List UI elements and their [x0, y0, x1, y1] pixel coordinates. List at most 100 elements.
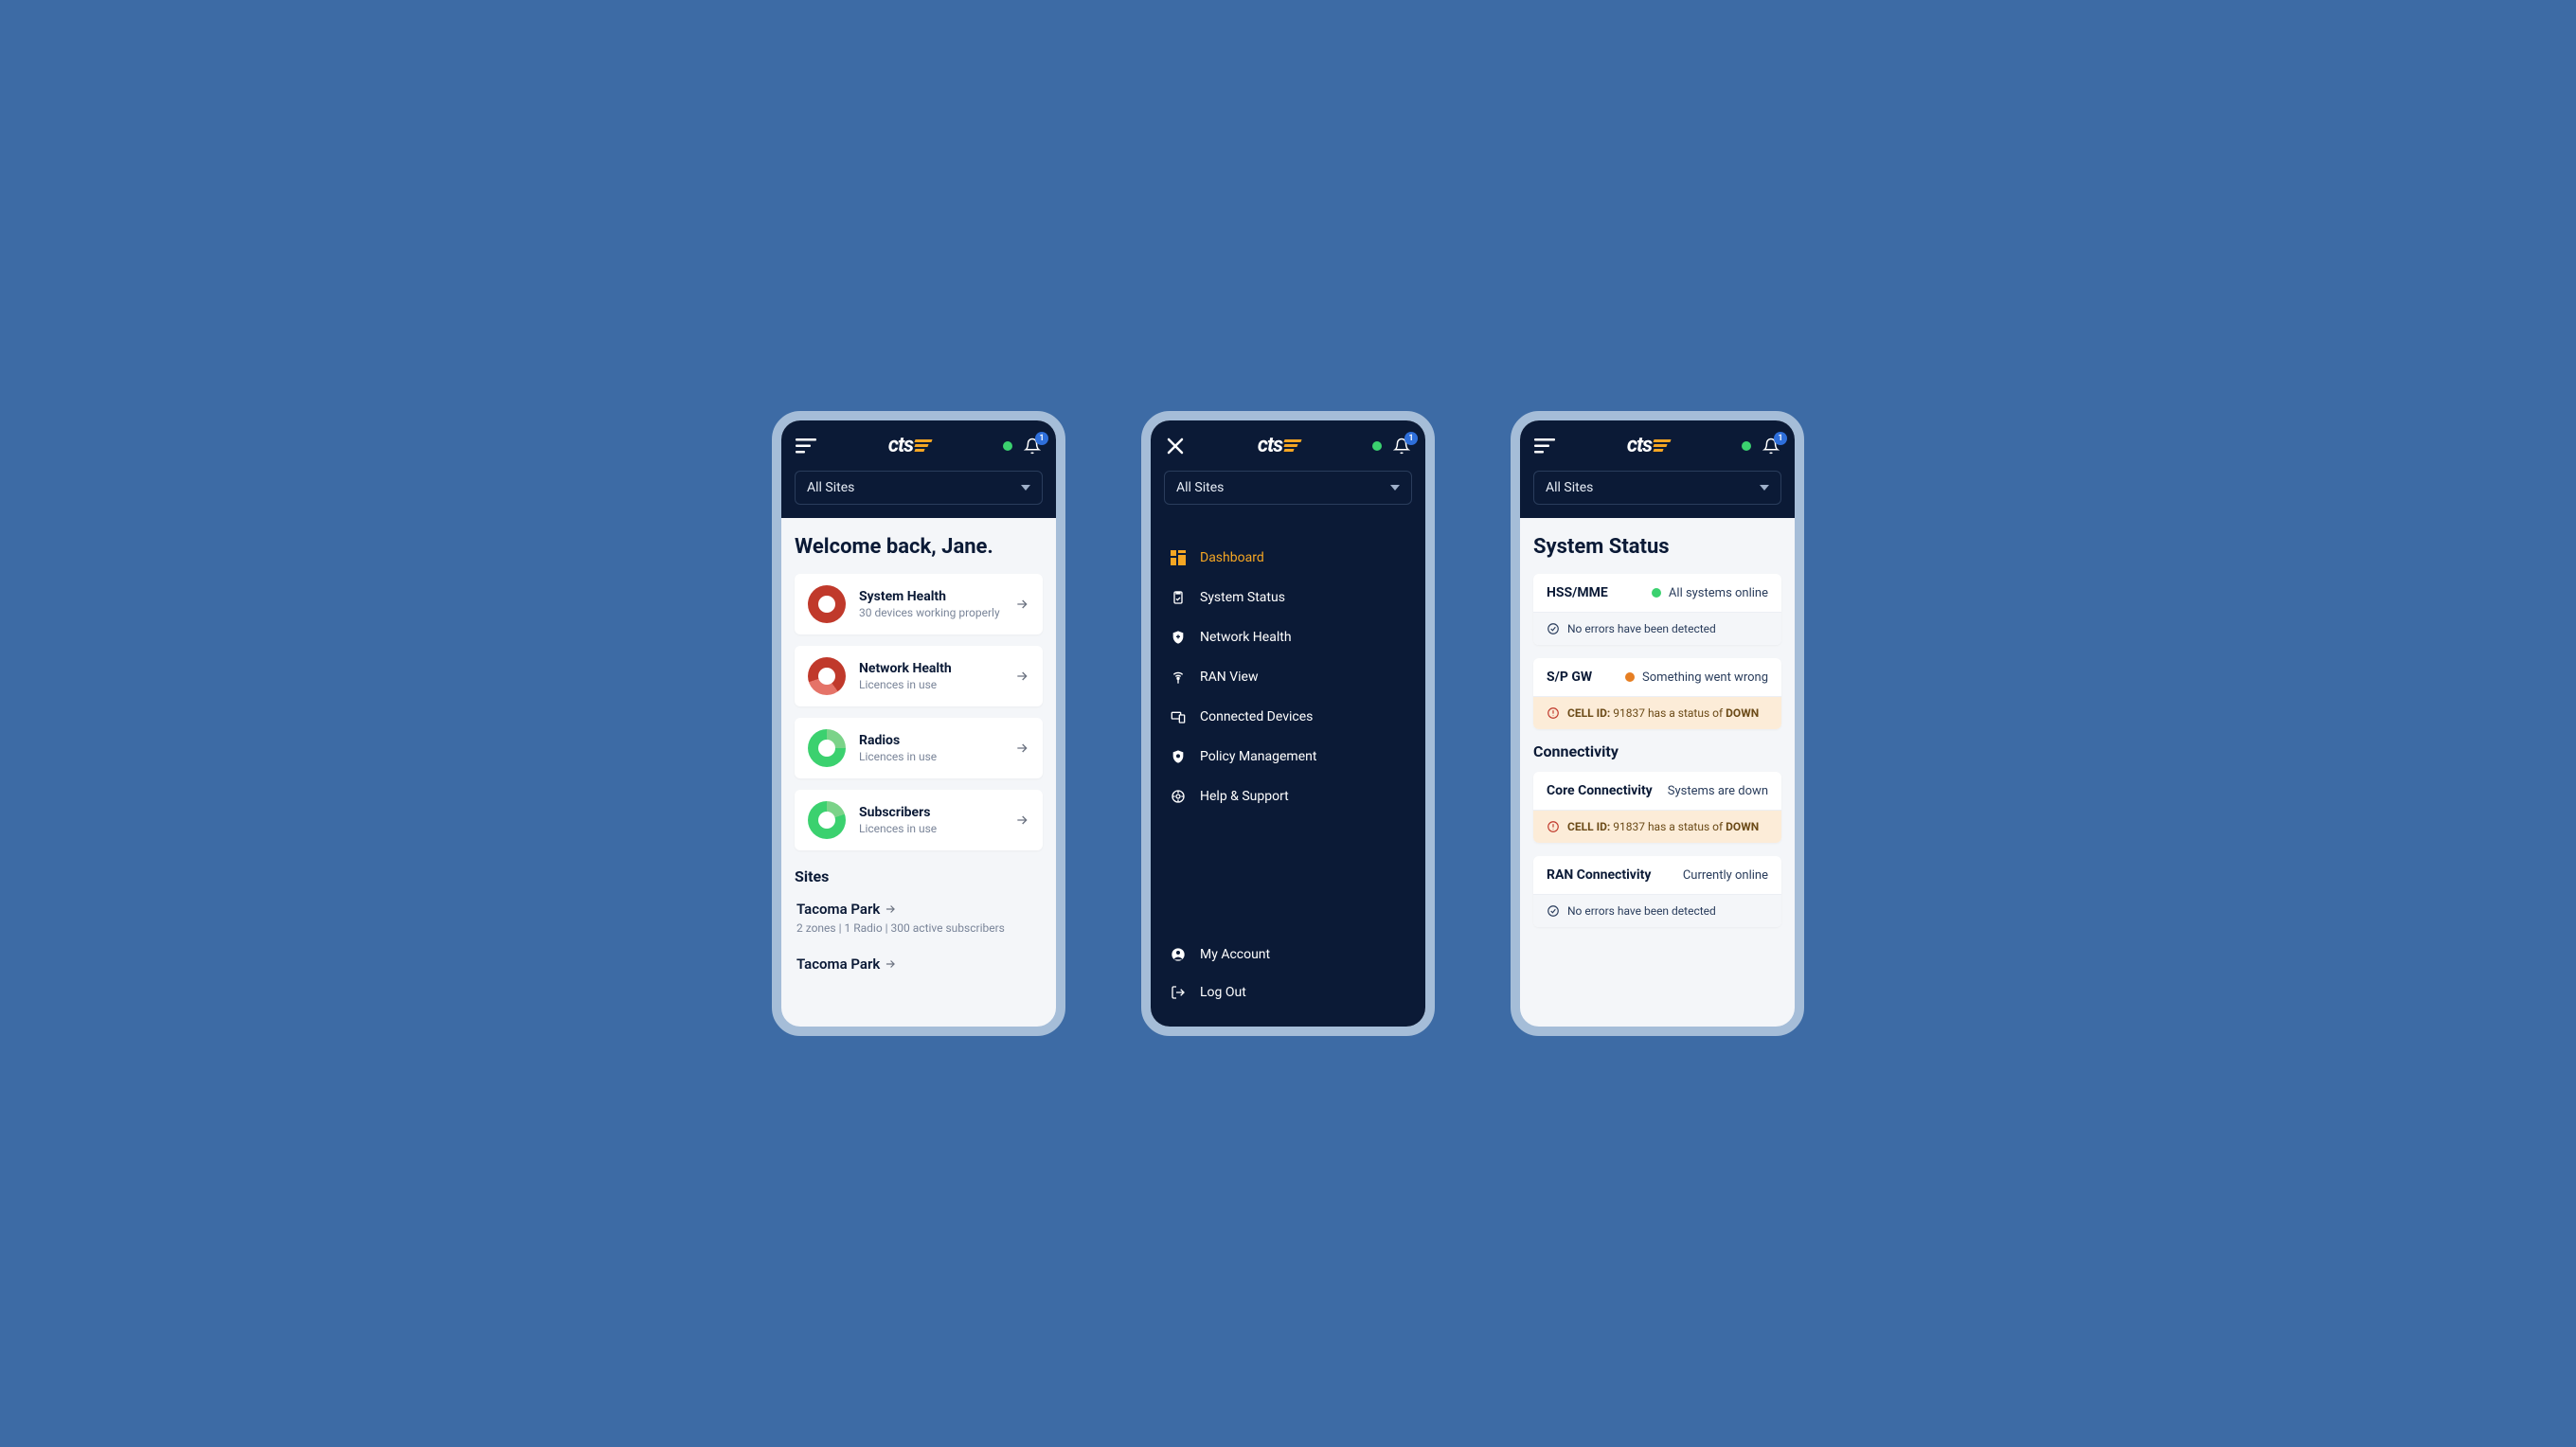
notifications-button[interactable]: 1 — [1391, 436, 1412, 456]
check-circle-icon — [1547, 904, 1560, 918]
online-status-dot-icon — [1372, 441, 1382, 451]
close-icon — [1167, 438, 1184, 455]
site-select-label: All Sites — [1176, 480, 1224, 495]
status-text: Systems are down — [1668, 784, 1768, 798]
brand-logo: cts — [1627, 434, 1671, 457]
hamburger-icon — [1534, 438, 1555, 454]
phone-nav: cts 1 All Sites Dashboard — [1141, 411, 1435, 1036]
hamburger-icon — [796, 438, 816, 454]
status-dot-icon — [1652, 588, 1661, 598]
status-detail-text: No errors have been detected — [1567, 622, 1716, 635]
menu-button[interactable] — [795, 435, 817, 457]
user-icon — [1170, 946, 1187, 963]
brand-stripes-icon — [1284, 439, 1301, 452]
status-card-ran-connectivity[interactable]: RAN Connectivity Currently online No err… — [1533, 856, 1781, 927]
card-radios[interactable]: Radios Licences in use — [795, 718, 1043, 778]
site-select-label: All Sites — [1546, 480, 1593, 495]
status-name: HSS/MME — [1547, 585, 1608, 600]
caret-down-icon — [1021, 485, 1030, 491]
status-detail-bar: CELL ID: 91837 has a status of DOWN — [1533, 696, 1781, 729]
arrow-right-icon — [1014, 813, 1029, 828]
welcome-heading: Welcome back, Jane. — [795, 535, 1043, 559]
card-subtitle: 30 devices working properly — [859, 606, 1001, 619]
card-title: Radios — [859, 733, 1001, 748]
arrow-right-icon — [884, 957, 897, 971]
online-status-dot-icon — [1742, 441, 1751, 451]
site-select[interactable]: All Sites — [1533, 471, 1781, 505]
status-text: All systems online — [1669, 586, 1768, 600]
status-content: System Status HSS/MME All systems online… — [1520, 518, 1795, 1027]
status-detail-bar: No errors have been detected — [1533, 894, 1781, 927]
arrow-right-icon — [884, 902, 897, 916]
card-system-health[interactable]: System Health 30 devices working properl… — [795, 574, 1043, 634]
site-subtitle: 2 zones | 1 Radio | 300 active subscribe… — [796, 921, 1041, 935]
nav-item-connected-devices[interactable]: Connected Devices — [1164, 698, 1412, 736]
status-detail-text: 91837 has a status of — [1613, 820, 1723, 833]
status-detail-bold: DOWN — [1726, 706, 1759, 720]
card-subscribers[interactable]: Subscribers Licences in use — [795, 790, 1043, 850]
card-subtitle: Licences in use — [859, 750, 1001, 763]
alert-circle-icon — [1547, 706, 1560, 720]
nav-label: Log Out — [1200, 985, 1246, 1000]
online-status-dot-icon — [1003, 441, 1012, 451]
site-name: Tacoma Park — [796, 901, 880, 918]
card-subtitle: Licences in use — [859, 678, 1001, 691]
site-select[interactable]: All Sites — [795, 471, 1043, 505]
card-title: System Health — [859, 589, 1001, 604]
shield-plus-icon — [1170, 629, 1187, 646]
site-name: Tacoma Park — [796, 956, 880, 973]
status-text: Currently online — [1683, 868, 1768, 883]
status-detail-text: 91837 has a status of — [1613, 706, 1723, 720]
status-name: Core Connectivity — [1547, 783, 1653, 798]
nav-item-system-status[interactable]: System Status — [1164, 579, 1412, 616]
notification-badge: 1 — [1404, 432, 1418, 445]
status-detail-text: No errors have been detected — [1567, 904, 1716, 918]
menu-button[interactable] — [1533, 435, 1556, 457]
card-network-health[interactable]: Network Health Licences in use — [795, 646, 1043, 706]
app-header: cts 1 All Sites — [1151, 420, 1425, 518]
site-item[interactable]: Tacoma Park 2 zones | 1 Radio | 300 acti… — [795, 897, 1043, 938]
dashboard-content: Welcome back, Jane. System Health 30 dev… — [781, 518, 1056, 1027]
nav-label: RAN View — [1200, 670, 1258, 685]
nav-item-log-out[interactable]: Log Out — [1164, 974, 1412, 1011]
nav-item-ran-view[interactable]: RAN View — [1164, 658, 1412, 696]
sites-heading: Sites — [795, 867, 1043, 885]
alert-circle-icon — [1547, 820, 1560, 833]
nav-item-my-account[interactable]: My Account — [1164, 936, 1412, 974]
caret-down-icon — [1390, 485, 1400, 491]
card-title: Subscribers — [859, 805, 1001, 820]
caret-down-icon — [1760, 485, 1769, 491]
nav-label: Dashboard — [1200, 550, 1264, 565]
nav-item-help-support[interactable]: Help & Support — [1164, 777, 1412, 815]
status-name: S/P GW — [1547, 670, 1592, 685]
dashboard-icon — [1170, 549, 1187, 566]
nav-label: Connected Devices — [1200, 709, 1313, 724]
notifications-button[interactable]: 1 — [1761, 436, 1781, 456]
logout-icon — [1170, 984, 1187, 1001]
notifications-button[interactable]: 1 — [1022, 436, 1043, 456]
devices-icon — [1170, 708, 1187, 725]
brand-stripes-icon — [915, 439, 932, 452]
status-card-core-connectivity[interactable]: Core Connectivity Systems are down CELL … — [1533, 772, 1781, 843]
card-title: Network Health — [859, 661, 1001, 676]
brand-text: cts — [1627, 434, 1652, 457]
arrow-right-icon — [1014, 597, 1029, 612]
nav-label: My Account — [1200, 947, 1270, 962]
donut-icon — [808, 729, 846, 767]
status-detail-bar: CELL ID: 91837 has a status of DOWN — [1533, 810, 1781, 843]
nav-item-dashboard[interactable]: Dashboard — [1164, 539, 1412, 577]
status-card-sp-gw[interactable]: S/P GW Something went wrong CELL ID: 918… — [1533, 658, 1781, 729]
close-menu-button[interactable] — [1164, 435, 1187, 457]
status-detail-bar: No errors have been detected — [1533, 612, 1781, 645]
status-card-hss-mme[interactable]: HSS/MME All systems online No errors hav… — [1533, 574, 1781, 645]
card-subtitle: Licences in use — [859, 822, 1001, 835]
brand-logo: cts — [888, 434, 932, 457]
phone-dashboard: cts 1 All Sites Welcome back, Jane. — [772, 411, 1065, 1036]
nav-label: Policy Management — [1200, 749, 1316, 764]
site-select-label: All Sites — [807, 480, 854, 495]
shield-gear-icon — [1170, 748, 1187, 765]
nav-item-network-health[interactable]: Network Health — [1164, 618, 1412, 656]
site-item[interactable]: Tacoma Park — [795, 952, 1043, 976]
site-select[interactable]: All Sites — [1164, 471, 1412, 505]
nav-item-policy-management[interactable]: Policy Management — [1164, 738, 1412, 776]
